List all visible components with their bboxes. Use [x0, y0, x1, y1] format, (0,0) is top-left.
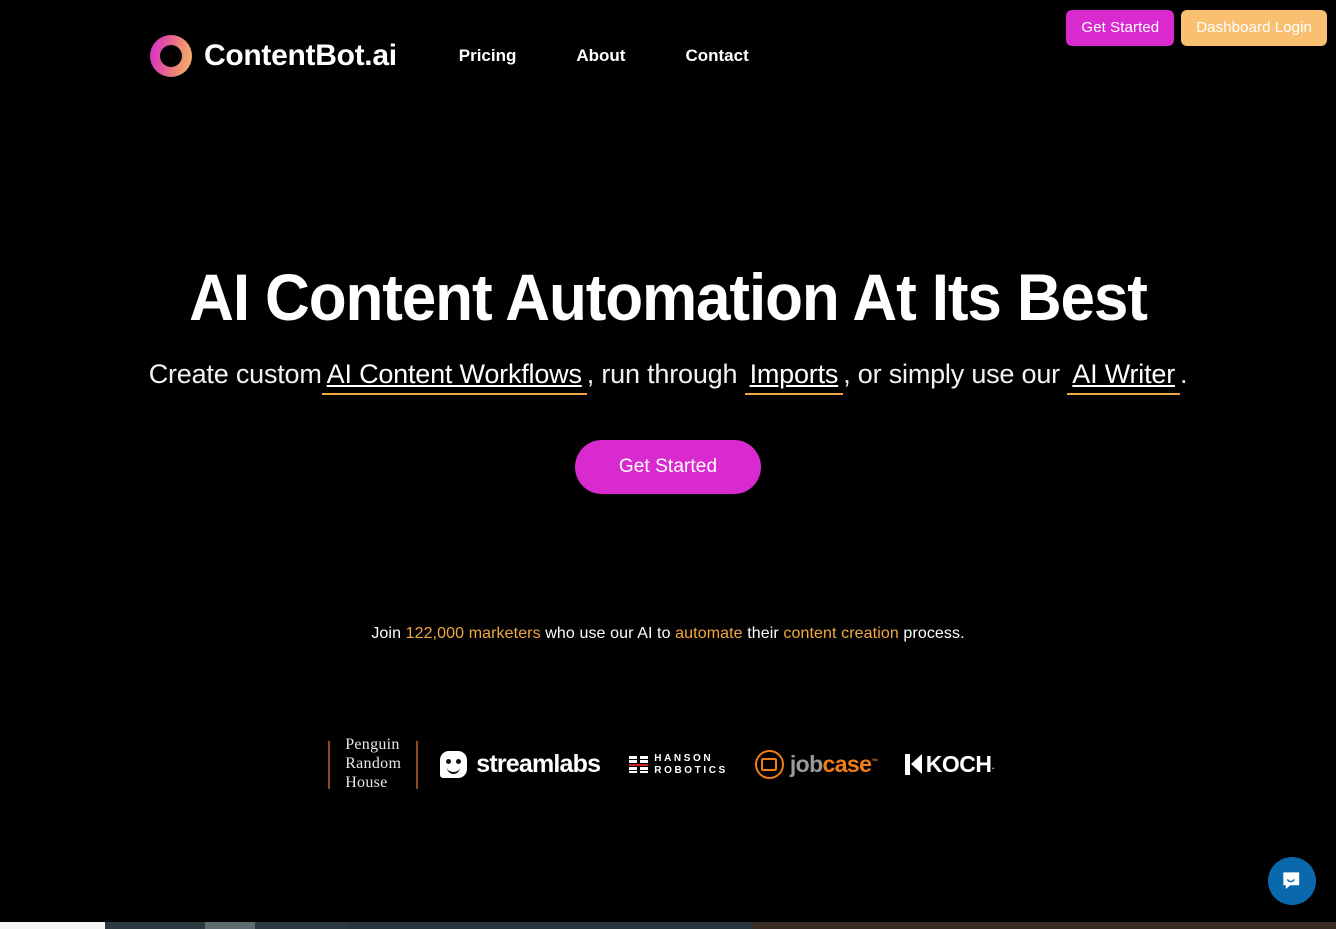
os-taskbar-sliver: [0, 922, 1336, 929]
logo-hanson-robotics: HANSON ROBOTICS: [616, 753, 741, 776]
social-proof-text-4: process.: [898, 625, 965, 643]
hero-section: AI Content Automation At Its Best Create…: [0, 112, 1336, 793]
penguin-line-2: Random: [345, 755, 402, 773]
social-proof-marketers-count: 122,000 marketers: [405, 625, 541, 643]
nav-item-pricing[interactable]: Pricing: [459, 40, 517, 72]
intercom-chat-launcher[interactable]: [1268, 857, 1316, 905]
logo-penguin-random-house: Penguin Random House: [330, 736, 416, 793]
get-started-button-header[interactable]: Get Started: [1066, 10, 1175, 46]
hanson-bars-icon: [629, 756, 649, 774]
social-proof-text-3: their: [742, 625, 784, 643]
contentbot-ring-icon: [150, 35, 192, 77]
logo-streamlabs: streamlabs: [418, 750, 616, 779]
nav-item-contact[interactable]: Contact: [685, 40, 748, 72]
taskbar-segment: [205, 922, 255, 929]
brand-name: ContentBot.ai: [204, 39, 397, 72]
link-imports[interactable]: Imports: [744, 359, 844, 396]
client-logo-strip: Penguin Random House streamlabs HANSON R…: [0, 659, 1336, 793]
brand-logo-link[interactable]: ContentBot.ai: [150, 35, 397, 77]
jobcase-trademark: ™: [871, 758, 878, 766]
link-ai-writer[interactable]: AI Writer: [1067, 359, 1180, 396]
hanson-line-2: ROBOTICS: [654, 764, 728, 776]
social-proof-text-2: who use our AI to: [540, 625, 676, 643]
taskbar-segment: [105, 922, 205, 929]
jobcase-briefcase-icon: [754, 750, 784, 780]
taskbar-segment: [255, 922, 348, 929]
streamlabs-icon: [440, 751, 468, 779]
auth-button-group: Get Started Dashboard Login: [1066, 10, 1327, 46]
logo-koch: KOCH .: [892, 751, 1008, 778]
hero-subtitle-text-1: Create custom: [148, 359, 322, 390]
logo-jobcase: jobcase™: [741, 750, 892, 780]
social-proof-text: Join 122,000 marketers who use our AI to…: [0, 510, 1336, 643]
streamlabs-wordmark: streamlabs: [476, 750, 601, 779]
koch-dot: .: [991, 757, 995, 772]
main-navigation: Pricing About Contact: [459, 40, 749, 72]
penguin-line-3: House: [345, 774, 388, 792]
get-started-cta-button[interactable]: Get Started: [574, 440, 762, 495]
hanson-wordmark: HANSON ROBOTICS: [654, 753, 728, 775]
taskbar-segment: [753, 922, 1336, 929]
hero-subtitle: Create custom AI Content Workflows, run t…: [0, 333, 1336, 396]
taskbar-segment: [348, 922, 753, 929]
jobcase-word-job: job: [789, 751, 823, 778]
cta-container: Get Started: [0, 392, 1336, 495]
jobcase-word-case: case: [822, 751, 872, 778]
koch-wordmark: KOCH: [925, 751, 992, 778]
nav-item-about[interactable]: About: [576, 40, 625, 72]
hero-subtitle-text-2: , run through: [586, 359, 745, 390]
hero-subtitle-text-3: , or simply use our: [843, 359, 1068, 390]
koch-arrow-icon: [904, 754, 922, 776]
page-title: AI Content Automation At Its Best: [189, 260, 1148, 334]
taskbar-segment: [0, 922, 105, 929]
hanson-line-1: HANSON: [654, 753, 714, 765]
social-proof-content-creation: content creation: [783, 625, 899, 643]
social-proof-text-1: Join: [371, 625, 406, 643]
hero-subtitle-text-4: .: [1180, 359, 1188, 390]
dashboard-login-button[interactable]: Dashboard Login: [1181, 10, 1327, 46]
social-proof-automate: automate: [675, 625, 743, 643]
jobcase-wordmark: jobcase™: [789, 751, 879, 778]
link-ai-content-workflows[interactable]: AI Content Workflows: [321, 359, 587, 396]
penguin-line-1: Penguin: [345, 736, 400, 754]
intercom-chat-icon: [1282, 871, 1299, 889]
